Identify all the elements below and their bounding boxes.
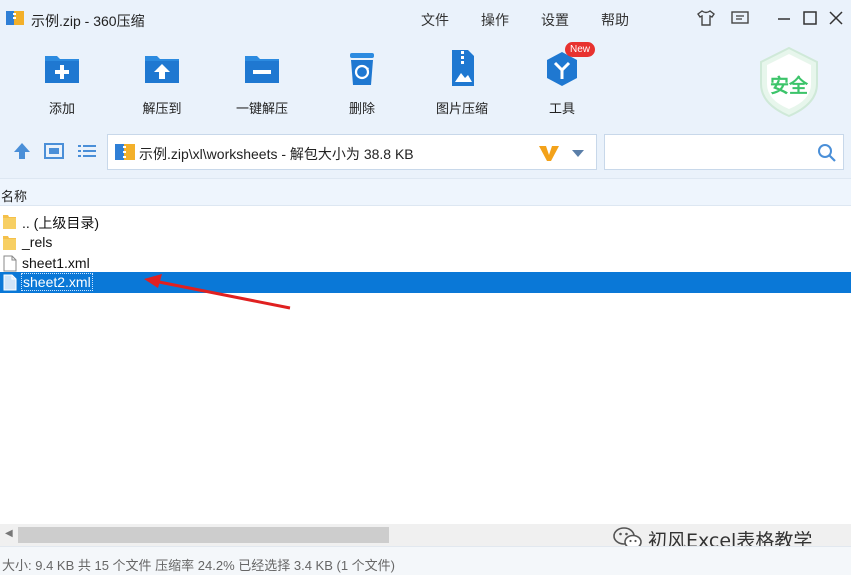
file-name: .. (上级目录) bbox=[22, 215, 99, 231]
list-view-icon[interactable] bbox=[76, 140, 98, 162]
file-list: .. (上级目录) _rels sheet1.xml sheet2.xml bbox=[0, 208, 851, 524]
zip-archive-icon bbox=[115, 144, 135, 160]
thumbnail-view-icon[interactable] bbox=[43, 140, 65, 162]
one-click-extract-label: 一键解压 bbox=[235, 101, 288, 116]
add-label: 添加 bbox=[48, 101, 75, 116]
image-compress-button[interactable]: 图片压缩 bbox=[417, 48, 507, 122]
image-compress-icon bbox=[452, 50, 474, 86]
list-item[interactable]: _rels bbox=[0, 232, 851, 253]
menu-help[interactable]: 帮助 bbox=[601, 10, 629, 30]
file-name: _rels bbox=[22, 234, 53, 250]
list-item[interactable]: .. (上级目录) bbox=[0, 211, 851, 232]
search-icon[interactable] bbox=[817, 143, 837, 163]
extract-to-label: 解压到 bbox=[142, 101, 182, 116]
extract-to-button[interactable]: 解压到 bbox=[117, 48, 207, 122]
dropdown-arrow-icon[interactable] bbox=[570, 148, 586, 158]
feedback-message-icon[interactable] bbox=[730, 9, 750, 27]
search-input[interactable] bbox=[604, 134, 844, 170]
scrollbar-thumb[interactable] bbox=[18, 527, 389, 543]
security-shield[interactable]: 安全 bbox=[757, 46, 821, 118]
new-badge: New bbox=[565, 42, 595, 57]
red-annotation-arrow bbox=[144, 274, 291, 310]
menu-operation[interactable]: 操作 bbox=[481, 10, 509, 30]
path-box[interactable]: 示例.zip\xl\worksheets - 解包大小为 38.8 KB bbox=[107, 134, 597, 170]
close-icon[interactable] bbox=[826, 9, 846, 27]
file-name: sheet1.xml bbox=[22, 255, 90, 271]
list-item-selected[interactable]: sheet2.xml bbox=[0, 272, 851, 293]
document-file-icon bbox=[3, 274, 17, 291]
menu-settings[interactable]: 设置 bbox=[541, 10, 569, 30]
folder-icon bbox=[3, 215, 16, 229]
path-text: 示例.zip\xl\worksheets - 解包大小为 38.8 KB bbox=[139, 146, 414, 162]
app-zip-icon bbox=[6, 11, 24, 25]
add-folder-icon bbox=[45, 56, 79, 83]
skin-shirt-icon[interactable] bbox=[696, 9, 716, 27]
extract-folder-icon bbox=[145, 56, 179, 83]
security-label: 安全 bbox=[769, 76, 808, 97]
status-text: 大小: 9.4 KB 共 15 个文件 压缩率 24.2% 已经选择 3.4 K… bbox=[2, 558, 395, 573]
document-file-icon bbox=[3, 255, 17, 272]
minimize-icon[interactable] bbox=[774, 9, 794, 27]
window-title: 示例.zip - 360压缩 bbox=[31, 13, 145, 29]
tools-button[interactable]: 工具 New bbox=[517, 42, 607, 122]
v-logo-icon[interactable] bbox=[538, 144, 560, 162]
delete-label: 删除 bbox=[348, 101, 375, 116]
column-name[interactable]: 名称 bbox=[1, 186, 27, 205]
trash-recycle-icon bbox=[350, 53, 374, 85]
file-name: sheet2.xml bbox=[21, 273, 93, 291]
main-toolbar: 添加 解压到 一键解压 删除 图片压缩 工具 New 安全 bbox=[0, 36, 851, 126]
one-click-extract-icon bbox=[245, 56, 279, 83]
title-bar: 示例.zip - 360压缩 文件 操作 设置 帮助 bbox=[0, 0, 851, 36]
navigation-bar: 示例.zip\xl\worksheets - 解包大小为 38.8 KB bbox=[0, 126, 851, 178]
tools-label: 工具 bbox=[548, 101, 575, 116]
up-arrow-icon[interactable] bbox=[11, 140, 33, 162]
scroll-left-icon[interactable]: ◀ bbox=[5, 528, 13, 539]
menu-file[interactable]: 文件 bbox=[421, 10, 449, 30]
status-bar: 大小: 9.4 KB 共 15 个文件 压缩率 24.2% 已经选择 3.4 K… bbox=[0, 546, 851, 575]
one-click-extract-button[interactable]: 一键解压 bbox=[217, 48, 307, 122]
add-button[interactable]: 添加 bbox=[17, 48, 107, 122]
list-item[interactable]: sheet1.xml bbox=[0, 253, 851, 274]
delete-button[interactable]: 删除 bbox=[317, 48, 407, 122]
image-compress-label: 图片压缩 bbox=[435, 101, 488, 116]
maximize-icon[interactable] bbox=[800, 9, 820, 27]
folder-icon bbox=[3, 236, 16, 250]
column-header[interactable]: 名称 bbox=[0, 178, 851, 206]
